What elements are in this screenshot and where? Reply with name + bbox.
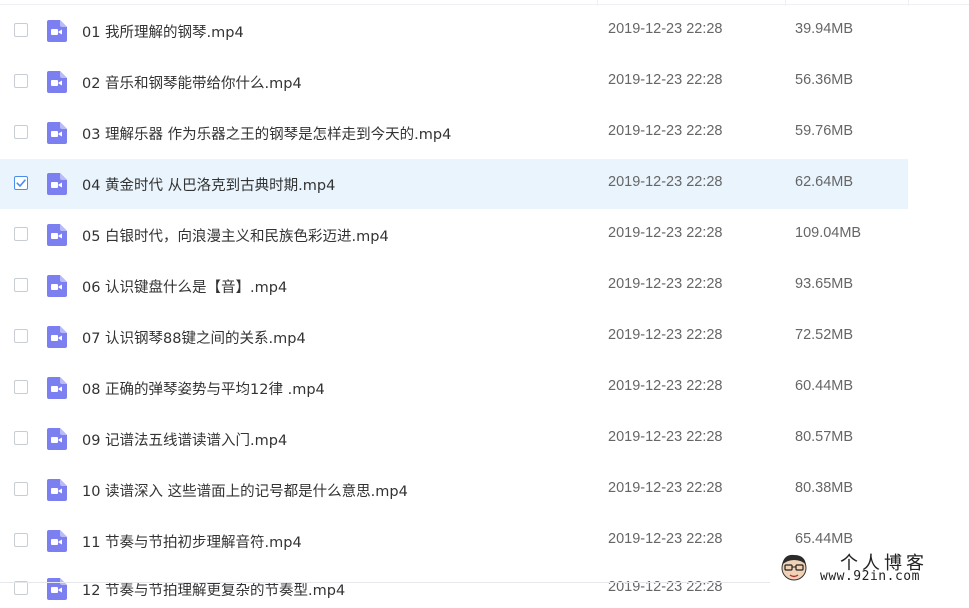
file-row[interactable]: 04 黄金时代 从巴洛克到古典时期.mp4 2019-12-23 22:28 62.… <box>0 159 969 210</box>
file-modified-date: 2019-12-23 22:28 <box>608 531 723 547</box>
file-size: 80.38MB <box>795 480 854 496</box>
file-name[interactable]: 06 认识键盘什么是【音】.mp4 <box>82 276 287 297</box>
video-file-icon <box>47 275 67 297</box>
file-name[interactable]: 05 白银时代，向浪漫主义和民族色彩迈进.mp4 <box>82 225 389 246</box>
file-size: 80.57MB <box>795 429 854 445</box>
video-file-icon <box>47 326 67 348</box>
file-name[interactable]: 03 理解乐器 作为乐器之王的钢琴是怎样走到今天的.mp4 <box>82 123 451 144</box>
row-checkbox[interactable] <box>14 581 28 595</box>
row-checkbox[interactable] <box>14 23 28 37</box>
row-checkbox[interactable] <box>14 176 28 190</box>
file-modified-date: 2019-12-23 22:28 <box>608 480 723 496</box>
video-file-icon <box>47 479 67 501</box>
file-modified-date: 2019-12-23 22:28 <box>608 429 723 445</box>
file-row[interactable]: 02 音乐和钢琴能带给你什么.mp4 2019-12-23 22:28 56.36M… <box>0 57 969 108</box>
row-checkbox[interactable] <box>14 329 28 343</box>
file-size: 62.64MB <box>795 174 854 190</box>
cartoon-face-icon <box>781 554 807 581</box>
file-modified-date: 2019-12-23 22:28 <box>608 378 723 394</box>
file-name[interactable]: 08 正确的弹琴姿势与平均12律 .mp4 <box>82 378 325 399</box>
video-file-icon <box>47 377 67 399</box>
file-name[interactable]: 04 黄金时代 从巴洛克到古典时期.mp4 <box>82 174 335 195</box>
video-file-icon <box>47 428 67 450</box>
row-checkbox[interactable] <box>14 431 28 445</box>
file-size: 109.04MB <box>795 225 862 241</box>
file-size: 72.52MB <box>795 327 854 343</box>
row-checkbox[interactable] <box>14 533 28 547</box>
video-file-icon <box>47 20 67 42</box>
file-name[interactable]: 02 音乐和钢琴能带给你什么.mp4 <box>82 72 302 93</box>
row-checkbox[interactable] <box>14 278 28 292</box>
file-row[interactable]: 09 记谱法五线谱读谱入门.mp4 2019-12-23 22:28 80.57MB <box>0 414 969 465</box>
file-size: 93.65MB <box>795 276 854 292</box>
file-list: 01 我所理解的钢琴.mp4 2019-12-23 22:28 39.94MB 02 … <box>0 6 969 608</box>
video-file-icon <box>47 224 67 246</box>
file-name[interactable]: 07 认识钢琴88键之间的关系.mp4 <box>82 327 306 348</box>
file-row[interactable]: 03 理解乐器 作为乐器之王的钢琴是怎样走到今天的.mp4 2019-12-23 … <box>0 108 969 159</box>
file-modified-date: 2019-12-23 22:28 <box>608 123 723 139</box>
file-name[interactable]: 09 记谱法五线谱读谱入门.mp4 <box>82 429 287 450</box>
watermark: 个人博客 www.92in.com <box>770 547 969 589</box>
file-modified-date: 2019-12-23 22:28 <box>608 174 723 190</box>
file-row[interactable]: 10 读谱深入 这些谱面上的记号都是什么意思.mp4 2019-12-23 22:… <box>0 465 969 516</box>
file-size: 56.36MB <box>795 72 854 88</box>
row-checkbox[interactable] <box>14 125 28 139</box>
row-checkbox[interactable] <box>14 227 28 241</box>
file-row[interactable]: 08 正确的弹琴姿势与平均12律 .mp4 2019-12-23 22:28 60.… <box>0 363 969 414</box>
file-row[interactable]: 07 认识钢琴88键之间的关系.mp4 2019-12-23 22:28 72.52… <box>0 312 969 363</box>
file-modified-date: 2019-12-23 22:28 <box>608 21 723 37</box>
file-modified-date: 2019-12-23 22:28 <box>608 72 723 88</box>
video-file-icon <box>47 173 67 195</box>
video-file-icon <box>47 122 67 144</box>
row-checkbox[interactable] <box>14 482 28 496</box>
file-name[interactable]: 10 读谱深入 这些谱面上的记号都是什么意思.mp4 <box>82 480 408 501</box>
row-checkbox[interactable] <box>14 380 28 394</box>
video-file-icon <box>47 71 67 93</box>
file-size: 59.76MB <box>795 123 854 139</box>
file-row[interactable]: 01 我所理解的钢琴.mp4 2019-12-23 22:28 39.94MB <box>0 6 969 57</box>
file-row[interactable]: 05 白银时代，向浪漫主义和民族色彩迈进.mp4 2019-12-23 22:28… <box>0 210 969 261</box>
file-size: 65.44MB <box>795 531 854 547</box>
video-file-icon <box>47 530 67 552</box>
file-size: 39.94MB <box>795 21 854 37</box>
file-modified-date: 2019-12-23 22:28 <box>608 276 723 292</box>
file-name[interactable]: 11 节奏与节拍初步理解音符.mp4 <box>82 531 302 552</box>
checkmark-icon <box>16 179 26 187</box>
file-modified-date: 2019-12-23 22:28 <box>608 225 723 241</box>
watermark-url: www.92in.com <box>820 569 920 584</box>
row-checkbox[interactable] <box>14 74 28 88</box>
file-name[interactable]: 01 我所理解的钢琴.mp4 <box>82 21 244 42</box>
file-row[interactable]: 06 认识键盘什么是【音】.mp4 2019-12-23 22:28 93.65MB <box>0 261 969 312</box>
file-size: 60.44MB <box>795 378 854 394</box>
file-modified-date: 2019-12-23 22:28 <box>608 327 723 343</box>
